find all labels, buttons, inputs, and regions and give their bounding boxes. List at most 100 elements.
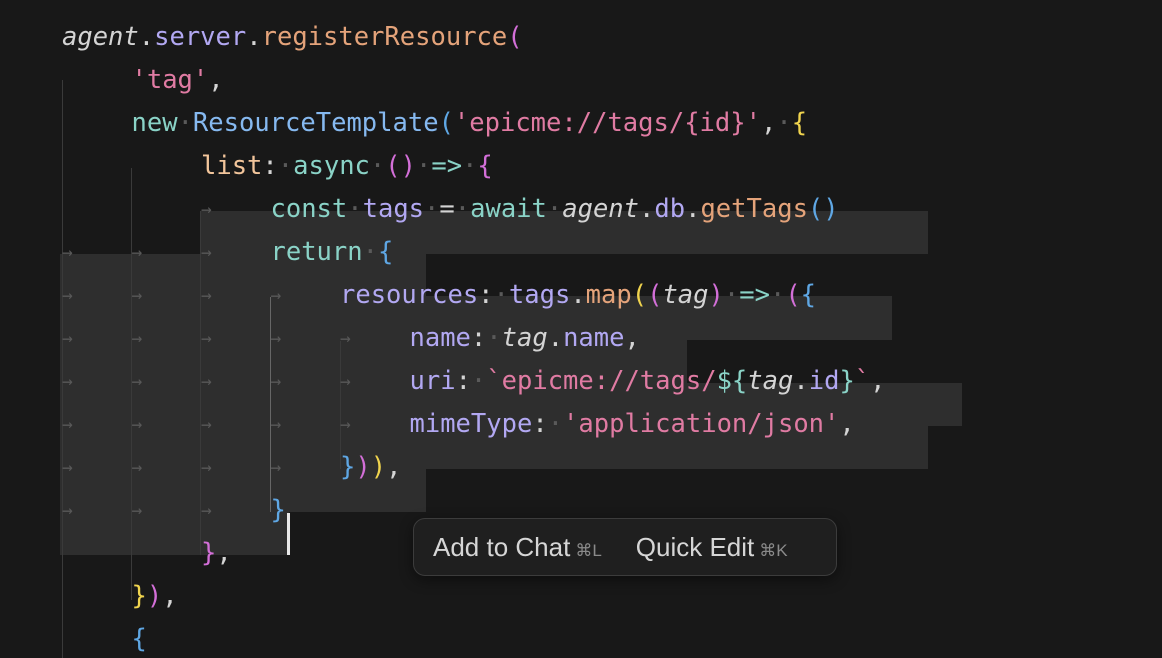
code-token: => [431, 151, 463, 181]
code-token: , [216, 538, 232, 568]
tab-whitespace-marker: → [270, 285, 282, 306]
code-line[interactable]: agent.server.registerResource( [62, 16, 523, 59]
code-token: server [154, 22, 247, 52]
code-token: registerResource [261, 22, 508, 52]
code-token: ) [355, 452, 371, 482]
tab-whitespace-marker: → [62, 285, 73, 306]
tab-whitespace-marker: → [62, 371, 73, 392]
code-token: . [570, 280, 586, 310]
code-token: { [477, 151, 493, 181]
code-token: name [563, 323, 625, 353]
code-token: . [685, 194, 701, 224]
code-line[interactable]: new·ResourceTemplate('epicme://tags/{id}… [132, 102, 808, 145]
code-token: ( [785, 280, 801, 310]
code-token: · [177, 108, 193, 138]
code-token: { [377, 237, 394, 267]
tab-whitespace-marker: → [62, 500, 73, 521]
code-token: id [808, 366, 840, 396]
code-token: · [277, 151, 294, 181]
code-token: , [386, 452, 402, 482]
quick-edit-label: Quick Edit [635, 531, 755, 562]
code-token: } [201, 538, 217, 568]
code-token: `epicme://tags/ [486, 366, 717, 396]
code-token: ( [438, 108, 454, 138]
code-token: · [454, 194, 471, 224]
code-token: { [800, 280, 817, 310]
code-token: const [270, 194, 348, 224]
code-line[interactable]: const·tags·=·await·agent.db.getTags() [271, 188, 839, 231]
code-token: · [723, 280, 740, 310]
tab-whitespace-marker: → [340, 328, 351, 349]
code-token: async [293, 151, 370, 181]
tab-whitespace-marker: → [201, 199, 212, 220]
code-token: () [807, 194, 839, 224]
code-token: ( [631, 280, 648, 310]
code-token: ( [507, 22, 523, 52]
code-token: { [791, 108, 808, 138]
tab-whitespace-marker: → [201, 500, 212, 521]
code-line[interactable]: } [271, 489, 286, 532]
code-token: ${ [716, 366, 748, 396]
code-line[interactable]: resources:·tags.map((tag)·=>·({ [340, 274, 816, 317]
tab-whitespace-marker: → [270, 457, 282, 478]
code-token: , [208, 65, 224, 95]
tab-whitespace-marker: → [131, 242, 143, 263]
tab-whitespace-marker: → [270, 371, 282, 392]
quick-edit-shortcut: ⌘K [759, 540, 788, 560]
code-line[interactable]: { [132, 618, 147, 658]
code-token: tag [501, 323, 548, 353]
code-token: · [776, 108, 792, 138]
tab-whitespace-marker: → [201, 371, 212, 392]
tab-whitespace-marker: → [201, 457, 212, 478]
code-token: : [532, 409, 548, 439]
code-token: . [547, 323, 564, 353]
code-token: · [415, 151, 432, 181]
code-token: · [769, 280, 786, 310]
code-line[interactable]: }, [201, 532, 232, 575]
code-token: tags [508, 280, 571, 310]
code-token: : [455, 366, 471, 396]
code-line[interactable]: mimeType:·'application/json', [410, 403, 855, 446]
code-line[interactable]: name:·tag.name, [410, 317, 640, 360]
code-token: · [462, 151, 478, 181]
code-line[interactable]: uri:·`epicme://tags/${tag.id}`, [410, 360, 886, 403]
code-line[interactable]: list:·async·()·=>·{ [201, 145, 493, 188]
code-token: · [486, 323, 502, 353]
code-token: : [478, 280, 494, 310]
code-token: , [760, 108, 777, 138]
tab-whitespace-marker: → [62, 457, 73, 478]
code-token: · [347, 194, 363, 224]
code-token: uri [409, 366, 456, 396]
code-token: ( [647, 280, 663, 310]
code-token: 'application/json' [563, 409, 840, 439]
selection-action-popup: Add to Chat ⌘L Quick Edit ⌘K [413, 518, 837, 576]
tab-whitespace-marker: → [201, 328, 212, 349]
code-line[interactable]: return·{ [271, 231, 394, 274]
code-token: ` [854, 366, 871, 396]
quick-edit-button[interactable]: Quick Edit ⌘K [636, 532, 788, 563]
code-token: : [470, 323, 487, 353]
tab-whitespace-marker: → [131, 285, 143, 306]
code-token: resources [340, 280, 479, 310]
code-token: getTags [700, 194, 808, 224]
code-token: , [870, 366, 886, 396]
code-token: map [585, 280, 632, 310]
code-token: () [385, 151, 416, 181]
code-token: = [439, 194, 455, 224]
code-line[interactable]: 'tag', [132, 59, 224, 102]
code-token: . [138, 22, 155, 52]
code-line[interactable]: }), [132, 575, 178, 618]
tab-whitespace-marker: → [131, 457, 143, 478]
tab-whitespace-marker: → [131, 414, 143, 435]
code-token: ) [708, 280, 724, 310]
tab-whitespace-marker: → [340, 371, 351, 392]
code-token: ResourceTemplate [192, 108, 439, 138]
add-to-chat-button[interactable]: Add to Chat ⌘L [433, 532, 602, 563]
code-line[interactable]: })), [340, 446, 401, 489]
add-to-chat-shortcut: ⌘L [575, 540, 602, 560]
code-token: ) [370, 452, 387, 482]
tab-whitespace-marker: → [270, 328, 282, 349]
code-token: , [624, 323, 640, 353]
code-token: new [131, 108, 178, 138]
code-token: 'epicme://tags/{id}' [453, 108, 761, 138]
